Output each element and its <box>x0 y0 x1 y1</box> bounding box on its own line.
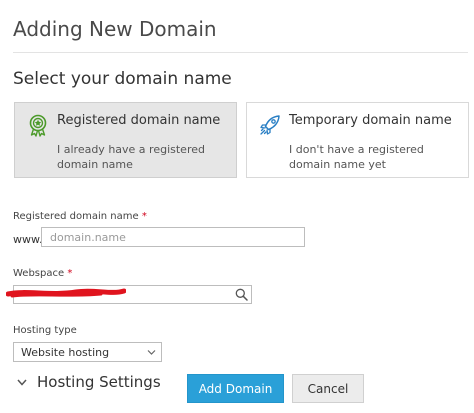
webspace-label: Webspace * <box>13 268 72 279</box>
registered-domain-option[interactable]: Registered domain name I already have a … <box>14 102 237 178</box>
temporary-domain-description: I don't have a registered domain name ye… <box>289 143 424 171</box>
domain-name-input[interactable] <box>41 227 305 247</box>
chevron-down-icon <box>147 350 156 355</box>
cancel-button[interactable]: Cancel <box>292 374 364 403</box>
hosting-type-value: Website hosting <box>21 346 110 359</box>
temporary-domain-title: Temporary domain name <box>289 113 452 128</box>
domain-section-title: Select your domain name <box>13 69 232 89</box>
chevron-down-icon <box>17 379 27 386</box>
add-domain-page: Adding New Domain Select your domain nam… <box>0 0 474 413</box>
temporary-domain-option[interactable]: Temporary domain name I don't have a reg… <box>246 102 469 178</box>
rocket-icon <box>260 115 280 135</box>
hosting-type-label: Hosting type <box>13 325 77 336</box>
required-mark: * <box>67 268 73 279</box>
title-divider <box>13 52 468 53</box>
hosting-settings-label: Hosting Settings <box>37 373 161 391</box>
redaction-mark <box>6 288 126 298</box>
domain-name-label-text: Registered domain name <box>13 211 139 222</box>
domain-name-label: Registered domain name * <box>13 211 147 222</box>
webspace-input[interactable] <box>6 285 252 304</box>
search-icon[interactable] <box>235 288 248 301</box>
www-prefix: www. <box>13 233 43 246</box>
registered-domain-title: Registered domain name <box>57 113 221 128</box>
registered-domain-description: I already have a registered domain name <box>57 143 205 171</box>
award-ribbon-icon <box>29 114 47 137</box>
add-domain-button[interactable]: Add Domain <box>187 374 284 403</box>
webspace-label-text: Webspace <box>13 268 65 279</box>
page-title: Adding New Domain <box>13 17 217 41</box>
hosting-type-select[interactable]: Website hosting <box>13 342 162 362</box>
required-mark: * <box>141 211 147 222</box>
